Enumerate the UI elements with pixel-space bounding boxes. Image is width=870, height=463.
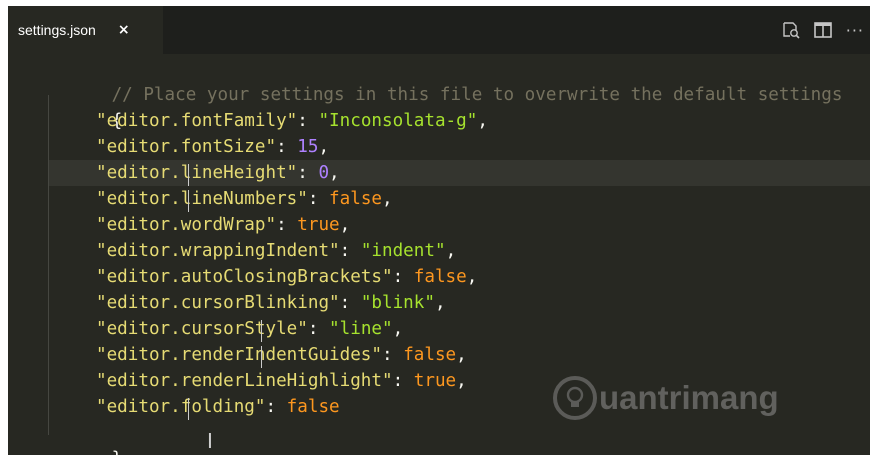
setting-line: "editor.cursorStyle": "line", xyxy=(96,319,404,339)
setting-value: "indent" xyxy=(360,241,446,261)
comma: , xyxy=(339,215,351,235)
setting-value: false xyxy=(286,397,340,417)
comma: , xyxy=(445,241,457,261)
comma: , xyxy=(392,319,404,339)
more-actions-icon[interactable]: ··· xyxy=(846,21,864,40)
setting-line: "editor.fontSize": 15, xyxy=(96,137,330,157)
comma: , xyxy=(466,267,478,287)
setting-value: "Inconsolata-g" xyxy=(318,111,478,131)
watermark-logo: uantrimang xyxy=(553,376,779,420)
comma: , xyxy=(329,163,340,183)
setting-value: "line" xyxy=(329,319,393,339)
close-brace: } xyxy=(112,449,123,455)
setting-value: true xyxy=(413,371,457,391)
setting-line: "editor.wrappingIndent": "indent", xyxy=(96,241,457,261)
mouse-ibeam-icon: I xyxy=(207,429,213,453)
open-brace-line: { xyxy=(48,82,123,131)
setting-line: "editor.fontFamily": "Inconsolata-g", xyxy=(96,111,488,131)
setting-line: "editor.lineNumbers": false, xyxy=(96,189,393,209)
setting-line: "editor.wordWrap": true, xyxy=(96,215,351,235)
editor-window: settings.json × ··· // Place your settin… xyxy=(8,6,870,455)
setting-line: "editor.folding": false xyxy=(96,397,340,417)
text-cursor xyxy=(188,190,189,212)
setting-line: "editor.lineHeight": 0, xyxy=(96,163,340,183)
code-comment-line: // Place your settings in this file to o… xyxy=(48,56,843,105)
comment-text: // Place your settings in this file to o… xyxy=(111,85,843,105)
split-editor-icon[interactable] xyxy=(813,22,832,38)
comma: , xyxy=(382,189,393,209)
text-cursor xyxy=(188,398,189,420)
setting-value: 0 xyxy=(318,163,330,183)
setting-key: "editor.autoClosingBrackets" xyxy=(96,267,393,287)
setting-line: "editor.renderIndentGuides": false, xyxy=(96,345,467,365)
close-brace-line: } xyxy=(48,420,123,455)
setting-value: 15 xyxy=(297,137,319,157)
setting-line: "editor.cursorBlinking": "blink", xyxy=(96,293,446,313)
watermark-text: uantrimang xyxy=(599,379,779,416)
setting-key: "editor.lineNumbers" xyxy=(96,189,308,209)
open-preview-icon[interactable] xyxy=(782,21,800,39)
setting-value: false xyxy=(413,267,467,287)
text-cursor xyxy=(188,164,189,186)
tab-bar: settings.json × ··· xyxy=(8,6,870,54)
text-cursor xyxy=(261,346,262,368)
text-cursor xyxy=(261,320,262,342)
setting-key: "editor.fontFamily" xyxy=(96,111,298,131)
comma: , xyxy=(456,345,467,365)
lightbulb-icon xyxy=(553,376,597,420)
setting-key: "editor.lineHeight" xyxy=(96,163,298,183)
setting-value: false xyxy=(403,345,457,365)
setting-line: "editor.autoClosingBrackets": false, xyxy=(96,267,478,287)
setting-key: "editor.wrappingIndent" xyxy=(96,241,340,261)
comma: , xyxy=(477,111,488,131)
setting-key: "editor.cursorStyle" xyxy=(96,319,308,339)
close-tab-button[interactable]: × xyxy=(118,22,130,38)
setting-key: "editor.renderLineHighlight" xyxy=(96,371,393,391)
setting-key: "editor.folding" xyxy=(96,397,266,417)
tab-label: settings.json xyxy=(18,22,96,38)
setting-key: "editor.fontSize" xyxy=(96,137,277,157)
setting-value: "blink" xyxy=(360,293,435,313)
comma: , xyxy=(434,293,446,313)
setting-key: "editor.renderIndentGuides" xyxy=(96,345,382,365)
setting-value: true xyxy=(297,215,340,235)
setting-key: "editor.cursorBlinking" xyxy=(96,293,340,313)
comma: , xyxy=(456,371,467,391)
comma: , xyxy=(318,137,330,157)
setting-key: "editor.wordWrap" xyxy=(96,215,277,235)
setting-line: "editor.renderLineHighlight": true, xyxy=(96,371,467,391)
editor-actions: ··· xyxy=(782,6,864,54)
tab-settings-json[interactable]: settings.json × xyxy=(8,6,163,54)
setting-value: false xyxy=(329,189,383,209)
